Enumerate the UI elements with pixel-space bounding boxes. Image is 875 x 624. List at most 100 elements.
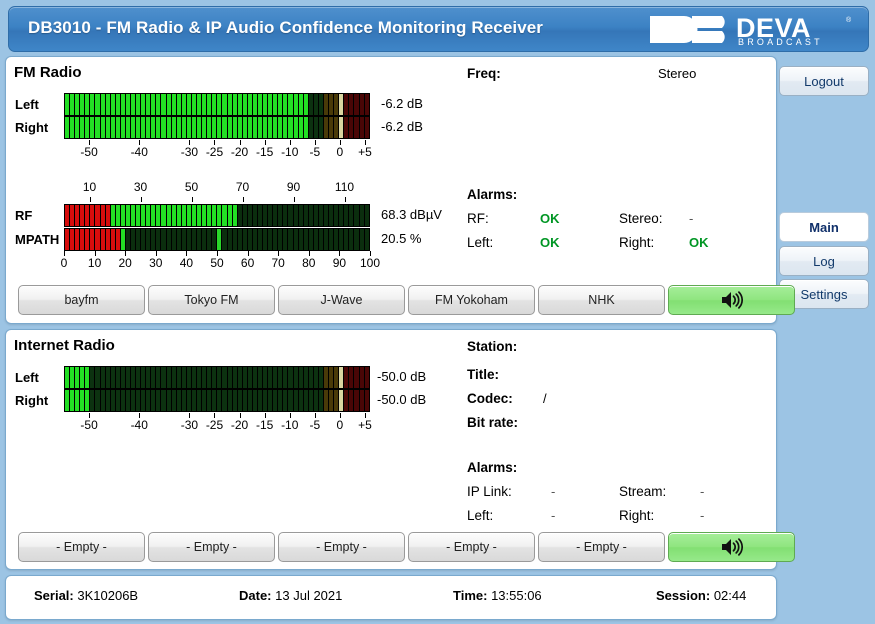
fm-audio-monitor-button[interactable]	[668, 285, 795, 315]
ir-right-level-meter	[64, 389, 370, 412]
scale-tick-label: -50	[80, 418, 98, 432]
fm-preset-1-button[interactable]: bayfm	[18, 285, 145, 315]
ir-title-label: Title:	[467, 367, 500, 382]
ir-preset-3-button[interactable]: - Empty -	[278, 532, 405, 562]
scale-tick-label: 40	[179, 256, 194, 270]
mpath-value: 20.5 %	[381, 231, 422, 246]
mpath-scale: 0 10 20 30 40 50 60 70 80 90 100	[61, 251, 380, 273]
fm-radio-panel: FM Radio Left -6.2 dB Right -6.2 dB -50-…	[5, 56, 795, 324]
ir-alarm-iplink-value: -	[551, 484, 556, 499]
scale-tick-label: 80	[302, 256, 316, 270]
app-header: DB3010 - FM Radio & IP Audio Confidence …	[8, 6, 869, 52]
serial-label: Serial:	[34, 588, 74, 603]
ir-preset-1-label: - Empty -	[56, 540, 107, 554]
ir-preset-2-button[interactable]: - Empty -	[148, 532, 275, 562]
fm-right-level-meter	[64, 116, 370, 139]
ir-audio-monitor-button[interactable]	[668, 532, 795, 562]
scale-tick-label: -10	[281, 418, 299, 432]
ir-right-value: -50.0 dB	[377, 392, 427, 407]
fm-right-value: -6.2 dB	[381, 119, 423, 134]
fm-alarm-right-label: Right:	[619, 235, 655, 250]
scale-tick-label: 50	[184, 180, 199, 194]
fm-preset-4-button[interactable]: FM Yokoham	[408, 285, 535, 315]
deva-broadcast-logo: DEVA ® BROADCAST	[648, 13, 854, 46]
rf-scale: 10 30 50 70 90 110	[64, 180, 370, 202]
fm-preset-3-button[interactable]: J-Wave	[278, 285, 405, 315]
scale-tick-label: +5	[358, 145, 372, 159]
ir-preset-1-button[interactable]: - Empty -	[18, 532, 145, 562]
ir-left-label: Left	[15, 370, 39, 385]
fm-alarm-rf-label: RF:	[467, 211, 489, 226]
scale-tick	[140, 197, 142, 202]
fm-preset-5-button[interactable]: NHK	[538, 285, 665, 315]
ir-section-title: Internet Radio	[14, 337, 115, 354]
fm-alarm-stereo-label: Stereo:	[619, 211, 663, 226]
time-value: 13:55:06	[491, 588, 542, 603]
ir-alarm-stream-label: Stream:	[619, 484, 667, 499]
logout-button[interactable]: Logout	[779, 66, 869, 96]
scale-tick-label: 70	[271, 256, 285, 270]
scale-tick-label: -30	[180, 145, 199, 159]
scale-tick-label: -15	[255, 145, 274, 159]
fm-alarm-right-value: OK	[689, 235, 709, 250]
fm-preset-2-button[interactable]: Tokyo FM	[148, 285, 275, 315]
fm-left-value: -6.2 dB	[381, 96, 423, 111]
scale-tick-label: -20	[230, 418, 249, 432]
scale-tick-label: 10	[87, 256, 102, 270]
scale-tick-label: -40	[130, 418, 148, 432]
scale-tick-label: 0	[336, 145, 344, 159]
ir-preset-5-label: - Empty -	[576, 540, 627, 554]
scale-tick-label: -5	[309, 418, 321, 432]
fm-alarms-label: Alarms:	[467, 187, 518, 202]
scale-tick-label: -30	[180, 418, 199, 432]
ir-preset-2-label: - Empty -	[186, 540, 237, 554]
ir-audio-scale: -50 -40 -30 -25 -20 -15 -10 -5 0 +5	[64, 413, 372, 435]
fm-alarm-left-label: Left:	[467, 235, 494, 250]
scale-tick-label: 100	[359, 256, 381, 270]
fm-alarm-rf-value: OK	[540, 211, 560, 226]
ir-preset-5-button[interactable]: - Empty -	[538, 532, 665, 562]
scale-tick-label: 70	[235, 180, 250, 194]
fm-preset-row: bayfm Tokyo FM J-Wave FM Yokoham NHK	[18, 285, 795, 315]
scale-tick-label: -20	[230, 145, 249, 159]
ir-alarm-left-value: -	[551, 508, 556, 523]
scale-tick-label: +5	[358, 418, 372, 432]
scale-tick	[344, 197, 346, 202]
scale-tick-label: 110	[334, 180, 355, 194]
fm-preset-5-label: NHK	[588, 293, 615, 307]
ir-codec-value: /	[543, 391, 547, 406]
fm-alarm-left-value: OK	[540, 235, 560, 250]
ir-preset-3-label: - Empty -	[316, 540, 367, 554]
ir-alarm-right-label: Right:	[619, 508, 655, 523]
ir-alarm-right-value: -	[700, 508, 705, 523]
fm-preset-1-label: bayfm	[64, 293, 99, 307]
fm-preset-3-label: J-Wave	[320, 293, 363, 307]
scale-tick-label: 60	[240, 256, 255, 270]
ir-left-level-meter	[64, 366, 370, 389]
svg-text:®: ®	[846, 16, 852, 24]
internet-radio-panel: Internet Radio Left -50.0 dB Right -50.0…	[5, 329, 795, 570]
scale-tick-label: 0	[336, 418, 344, 432]
fm-left-level-meter	[64, 93, 370, 116]
scale-tick-label: 20	[118, 256, 132, 270]
scale-tick-label: -5	[309, 145, 321, 159]
scale-tick	[293, 197, 295, 202]
session-value: 02:44	[713, 588, 747, 603]
date-label: Date:	[239, 588, 272, 603]
tab-main[interactable]: Main	[779, 212, 869, 242]
fm-alarm-stereo-value: -	[689, 211, 694, 226]
scale-tick-label: 90	[332, 256, 347, 270]
ir-alarms-label: Alarms:	[467, 460, 518, 475]
ir-station-label: Station:	[467, 339, 518, 354]
scale-tick	[191, 197, 193, 202]
tab-log[interactable]: Log	[779, 246, 869, 276]
rf-value: 68.3 dBµV	[381, 207, 442, 222]
svg-text:BROADCAST: BROADCAST	[738, 37, 823, 46]
scale-tick-label: 90	[286, 180, 301, 194]
ir-preset-row: - Empty - - Empty - - Empty - - Empty - - Em…	[18, 532, 795, 562]
ir-preset-4-button[interactable]: - Empty -	[408, 532, 535, 562]
fm-audio-scale: -50 -40 -30 -25 -20 -15 -10 -5 0 +5	[64, 140, 372, 162]
ir-alarm-left-label: Left:	[467, 508, 494, 523]
fm-left-label: Left	[15, 97, 39, 112]
mpath-level-meter	[64, 228, 370, 251]
